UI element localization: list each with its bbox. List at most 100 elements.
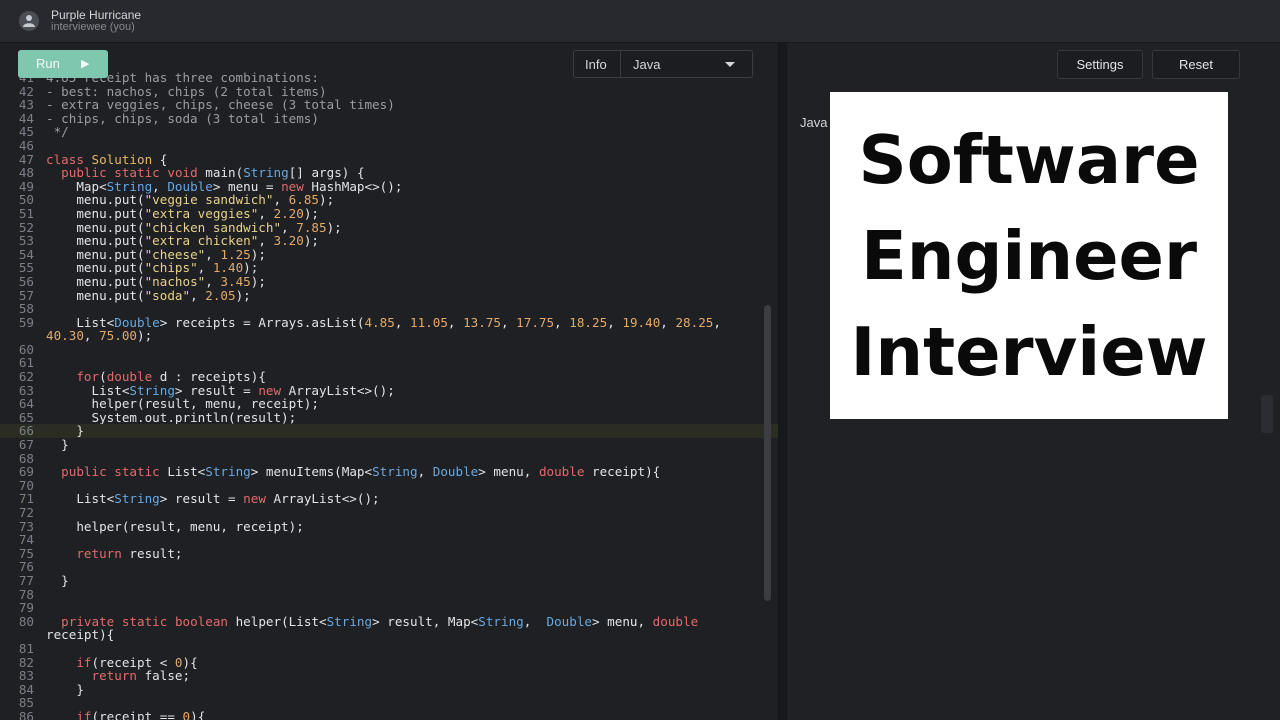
line-text[interactable]: helper(result, menu, receipt); — [46, 519, 303, 534]
line-text[interactable]: List<Double> receipts = Arrays.asList(4.… — [46, 315, 721, 330]
code-line[interactable]: 77 } — [0, 574, 778, 588]
code-line[interactable]: 62 for(double d : receipts){ — [0, 370, 778, 384]
code-line[interactable]: 43 - extra veggies, chips, cheese (3 tota… — [0, 98, 778, 112]
code-line[interactable]: 75 return result; — [0, 546, 778, 561]
code-line[interactable]: 76 — [0, 560, 778, 574]
line-text[interactable]: menu.put("cheese", 1.25); — [46, 247, 266, 262]
line-text[interactable]: List<String> result = new ArrayList<>(); — [46, 383, 394, 398]
line-number: 83 — [18, 668, 34, 684]
line-text[interactable]: menu.put("veggie sandwich", 6.85); — [46, 193, 334, 207]
line-text[interactable]: System.out.println(result); — [46, 411, 296, 425]
code-editor[interactable]: 414.85 receipt has three combinations:42… — [0, 43, 778, 720]
line-number: 52 — [18, 219, 34, 235]
code-line[interactable]: 71 List<String> result = new ArrayList<>… — [0, 492, 778, 506]
code-line[interactable]: 73 helper(result, menu, receipt); — [0, 519, 778, 534]
code-line[interactable]: 50 menu.put("veggie sandwich", 6.85); — [0, 193, 778, 207]
line-text[interactable]: return false; — [46, 669, 191, 683]
line-text[interactable]: return result; — [46, 546, 182, 561]
code-line[interactable]: 59 List<Double> receipts = Arrays.asList… — [0, 315, 778, 330]
code-line[interactable]: 79 — [0, 601, 778, 615]
line-text[interactable]: public static List<String> menuItems(Map… — [46, 465, 660, 479]
code-line[interactable]: 74 — [0, 533, 778, 547]
line-text[interactable]: for(double d : receipts){ — [46, 370, 266, 384]
line-text[interactable]: menu.put("chips", 1.40); — [46, 261, 258, 275]
code-line[interactable]: 52 menu.put("chicken sandwich", 7.85); — [0, 219, 778, 235]
code-line[interactable]: 83 return false; — [0, 669, 778, 683]
code-line[interactable]: 53 menu.put("extra chicken", 3.20); — [0, 234, 778, 248]
code-line[interactable]: 66 } — [0, 424, 778, 439]
line-text[interactable]: menu.put("nachos", 3.45); — [46, 275, 266, 289]
line-number: 86 — [18, 708, 34, 720]
code-line[interactable]: 55 menu.put("chips", 1.40); — [0, 261, 778, 275]
code-line[interactable]: 78 — [0, 587, 778, 602]
language-select[interactable]: Java — [620, 50, 753, 78]
line-text[interactable]: Map<String, Double> menu = new HashMap<>… — [46, 179, 402, 194]
code-line[interactable]: 84 } — [0, 683, 778, 697]
line-text[interactable]: - chips, chips, soda (3 total items) — [46, 111, 319, 126]
code-line[interactable]: 44 - chips, chips, soda (3 total items) — [0, 110, 778, 126]
editor-scrollbar[interactable] — [764, 305, 771, 601]
code-lines[interactable]: 414.85 receipt has three combinations:42… — [0, 71, 778, 720]
code-line[interactable]: 46 — [0, 139, 778, 153]
code-line[interactable]: 70 — [0, 479, 778, 493]
line-text[interactable]: 40.30, 75.00); — [46, 329, 152, 343]
code-line[interactable]: 47 class Solution { — [0, 151, 778, 167]
code-line[interactable]: 80 private static boolean helper(List<St… — [0, 614, 778, 629]
line-text[interactable]: */ — [46, 125, 69, 139]
code-line[interactable]: 69 public static List<String> menuItems(… — [0, 465, 778, 479]
code-line[interactable]: 45 */ — [0, 125, 778, 139]
code-line[interactable]: 57 menu.put("soda", 2.05); — [0, 288, 778, 303]
line-text[interactable]: menu.put("extra veggies", 2.20); — [46, 207, 319, 221]
code-line[interactable]: 82 if(receipt < 0){ — [0, 655, 778, 670]
line-number: 44 — [18, 110, 34, 126]
line-text[interactable]: List<String> result = new ArrayList<>(); — [46, 492, 379, 506]
code-line[interactable]: 67 } — [0, 438, 778, 452]
settings-button[interactable]: Settings — [1057, 50, 1143, 79]
line-number: 42 — [18, 83, 34, 99]
code-line[interactable]: 85 — [0, 696, 778, 710]
pane-divider[interactable] — [778, 43, 787, 720]
line-text[interactable]: } — [46, 574, 69, 588]
line-text[interactable]: helper(result, menu, receipt); — [46, 397, 318, 411]
code-line[interactable]: 63 List<String> result = new ArrayList<>… — [0, 383, 778, 398]
line-text[interactable]: menu.put("soda", 2.05); — [46, 288, 250, 303]
code-line[interactable]: 60 — [0, 343, 778, 357]
info-button-label: Info — [585, 57, 607, 72]
info-button[interactable]: Info — [573, 50, 621, 78]
line-text[interactable]: } — [46, 424, 84, 438]
code-line[interactable]: 86 if(receipt == 0){ — [0, 710, 778, 720]
code-line[interactable]: 48 public static void main(String[] args… — [0, 166, 778, 180]
line-text[interactable]: menu.put("extra chicken", 3.20); — [46, 234, 319, 248]
run-button[interactable]: Run ▶ — [18, 50, 108, 78]
line-text[interactable]: receipt){ — [46, 628, 114, 642]
code-line[interactable]: 72 — [0, 506, 778, 520]
line-text[interactable]: - extra veggies, chips, cheese (3 total … — [46, 98, 395, 112]
code-line[interactable]: 65 System.out.println(result); — [0, 411, 778, 425]
line-text[interactable]: if(receipt < 0){ — [46, 655, 197, 670]
code-line[interactable]: 54 menu.put("cheese", 1.25); — [0, 247, 778, 262]
line-text[interactable]: private static boolean helper(List<Strin… — [46, 614, 698, 629]
code-line[interactable]: 64 helper(result, menu, receipt); — [0, 397, 778, 411]
code-line[interactable]: 56 menu.put("nachos", 3.45); — [0, 275, 778, 289]
line-text[interactable]: } — [46, 683, 84, 697]
line-number: 67 — [18, 437, 34, 453]
collapse-handle[interactable] — [1261, 395, 1273, 433]
reset-button[interactable]: Reset — [1152, 50, 1240, 79]
code-line[interactable]: 42 - best: nachos, chips (2 total items) — [0, 83, 778, 99]
code-line[interactable]: 81 — [0, 642, 778, 656]
line-text[interactable]: - best: nachos, chips (2 total items) — [46, 84, 327, 99]
code-line[interactable]: receipt){ — [0, 628, 778, 642]
line-text[interactable]: class Solution { — [46, 152, 167, 167]
line-text[interactable]: } — [46, 438, 69, 452]
code-line[interactable]: 49 Map<String, Double> menu = new HashMa… — [0, 179, 778, 194]
code-line[interactable]: 58 — [0, 302, 778, 316]
line-text[interactable]: if(receipt == 0){ — [46, 710, 205, 720]
code-line[interactable]: 68 — [0, 452, 778, 466]
line-text[interactable]: menu.put("chicken sandwich", 7.85); — [46, 220, 341, 235]
line-number: 46 — [18, 137, 34, 153]
code-line[interactable]: 51 menu.put("extra veggies", 2.20); — [0, 207, 778, 221]
line-number: 47 — [18, 151, 34, 167]
code-line[interactable]: 40.30, 75.00); — [0, 329, 778, 343]
code-line[interactable]: 61 — [0, 356, 778, 370]
line-text[interactable]: public static void main(String[] args) { — [46, 166, 364, 180]
